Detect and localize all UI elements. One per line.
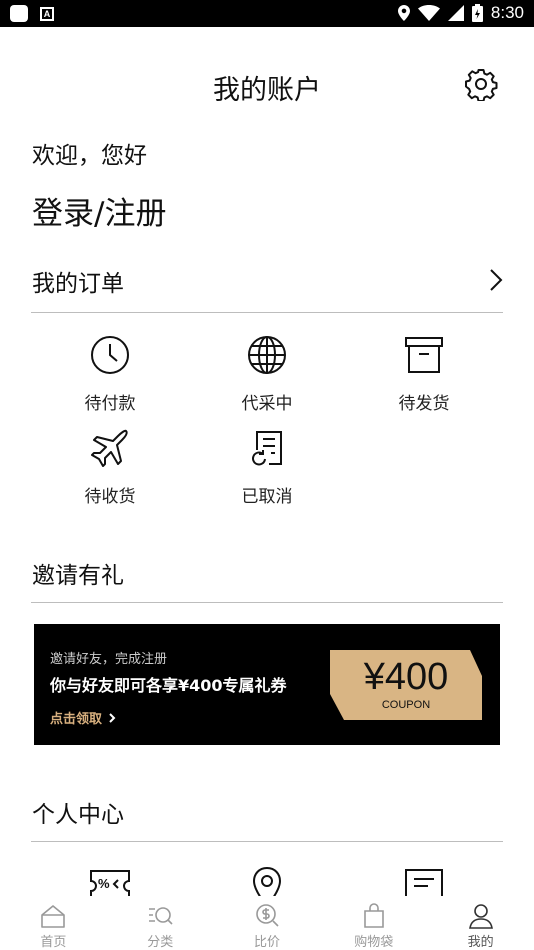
order-cancelled[interactable]: 已取消	[212, 426, 322, 507]
order-awaiting-receipt[interactable]: 待收货	[55, 426, 165, 507]
document-refresh-icon	[252, 431, 282, 466]
order-item-label: 已取消	[241, 487, 293, 507]
wifi-icon	[417, 5, 440, 21]
archive-box-icon	[405, 337, 443, 373]
globe-icon	[248, 336, 286, 374]
personal-section-title: 个人中心	[32, 802, 124, 828]
chevron-right-small-icon	[109, 712, 116, 723]
tab-category[interactable]: 分类	[107, 896, 214, 950]
tab-profile[interactable]: 我的	[427, 896, 534, 950]
coupon-card: ¥400 COUPON	[330, 650, 482, 720]
shopping-bag-icon	[363, 903, 384, 928]
airplane-icon	[91, 429, 128, 467]
font-notification-icon: A	[40, 6, 54, 21]
location-status-icon	[397, 5, 410, 21]
order-item-label: 待发货	[398, 394, 450, 414]
location-pin-icon[interactable]	[245, 866, 289, 896]
profile-icon	[468, 904, 493, 929]
coupon-amount: ¥400	[363, 656, 449, 698]
banner-subtitle: 邀请好友，完成注册	[50, 652, 168, 667]
svg-text:%: %	[98, 876, 110, 891]
status-bar: A 8:30	[0, 0, 534, 27]
banner-headline: 你与好友即可各享¥400专属礼券	[50, 676, 287, 695]
status-time: 8:30	[490, 3, 524, 22]
claim-link[interactable]: 点击领取	[50, 708, 116, 727]
claim-link-label: 点击领取	[50, 712, 103, 727]
order-item-label: 代采中	[241, 394, 293, 414]
invite-banner[interactable]: 邀请好友，完成注册 你与好友即可各享¥400专属礼券 点击领取 ¥400 COU…	[34, 624, 500, 745]
battery-icon	[471, 4, 483, 22]
orders-divider	[31, 312, 503, 313]
orders-section-title[interactable]: 我的订单	[32, 264, 124, 298]
tab-compare[interactable]: 比价	[214, 896, 321, 950]
invite-section-title: 邀请有礼	[32, 563, 124, 589]
discount-tag-icon[interactable]: %	[88, 866, 132, 896]
home-icon	[41, 905, 66, 928]
order-pending-payment[interactable]: 待付款	[55, 333, 165, 414]
order-item-label: 待收货	[84, 487, 136, 507]
order-awaiting-shipment[interactable]: 待发货	[369, 333, 479, 414]
clock-icon	[91, 336, 129, 374]
tab-label: 分类	[147, 935, 174, 950]
tab-home[interactable]: 首页	[0, 896, 107, 950]
tab-label: 购物袋	[354, 935, 394, 950]
welcome-text: 欢迎，您好	[32, 143, 147, 169]
invite-divider	[31, 602, 503, 603]
tab-label: 比价	[253, 935, 280, 950]
signal-icon	[447, 5, 464, 21]
settings-gear-icon[interactable]	[464, 67, 498, 101]
tab-label: 我的	[467, 935, 494, 950]
category-search-icon	[149, 907, 173, 925]
app-notification-icon	[10, 5, 28, 22]
personal-divider	[31, 841, 503, 842]
coupon-label: COUPON	[381, 699, 431, 711]
order-item-label: 待付款	[84, 394, 136, 414]
page-title: 我的账户	[213, 75, 321, 106]
bottom-tab-bar: 首页 分类 比价 购物袋 我的	[0, 896, 534, 950]
tab-label: 首页	[40, 935, 67, 950]
tab-shopping-bag[interactable]: 购物袋	[320, 896, 427, 950]
chevron-right-icon[interactable]	[488, 268, 504, 292]
order-purchasing[interactable]: 代采中	[212, 333, 322, 414]
login-register-link[interactable]: 登录/注册	[32, 188, 166, 233]
message-icon[interactable]	[402, 866, 446, 896]
price-compare-icon	[256, 904, 279, 927]
